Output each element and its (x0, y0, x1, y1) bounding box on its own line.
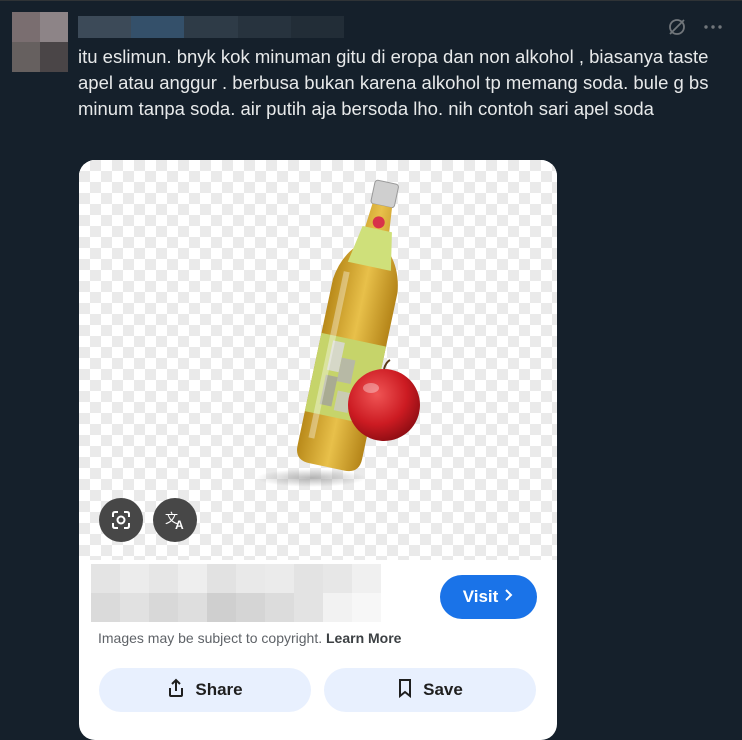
avatar[interactable] (12, 12, 68, 72)
translate-icon: 文 A (165, 511, 184, 532)
copyright-notice: Images may be subject to copyright. Lear… (98, 630, 401, 646)
translate-button[interactable]: 文 A (153, 498, 197, 542)
bookmark-icon (397, 678, 413, 703)
share-label: Share (195, 680, 243, 699)
save-button[interactable]: Save (324, 668, 536, 712)
share-icon (167, 678, 185, 703)
lens-button[interactable] (99, 498, 143, 542)
image-preview-card: 文 A Visit Images may be subject to copyr… (79, 160, 557, 740)
grok-icon[interactable] (666, 16, 688, 38)
chevron-right-icon (504, 587, 514, 607)
lens-icon (112, 511, 130, 529)
save-label: Save (423, 680, 463, 699)
copyright-text: Images may be subject to copyright. (98, 630, 323, 646)
visit-button[interactable]: Visit (440, 575, 537, 619)
top-divider (0, 0, 742, 1)
tweet-actions-top (666, 16, 724, 38)
more-icon[interactable] (702, 16, 724, 38)
product-image[interactable]: 文 A (79, 160, 557, 560)
tweet-text: itu eslimun. bnyk kok minuman gitu di er… (78, 46, 709, 119)
share-button[interactable]: Share (99, 668, 311, 712)
svg-text:A: A (175, 518, 184, 532)
apple-soda-bottle-image (256, 179, 420, 487)
author-name-blurred[interactable] (78, 16, 345, 38)
source-title-blurred[interactable] (91, 564, 381, 622)
visit-label: Visit (462, 587, 499, 606)
learn-more-link[interactable]: Learn More (326, 630, 401, 646)
